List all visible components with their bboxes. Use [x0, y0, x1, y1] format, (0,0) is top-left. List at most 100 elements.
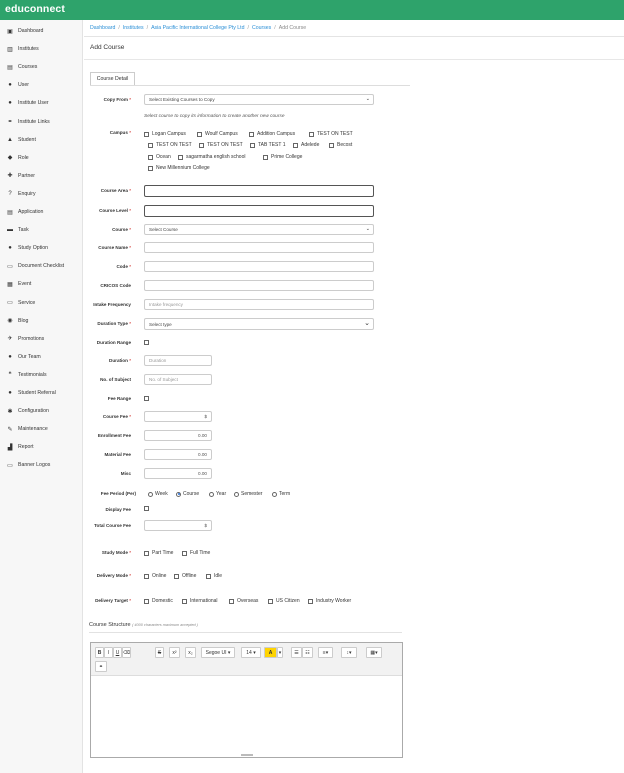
strikethrough-button[interactable]: S — [155, 647, 164, 658]
sidebar-item-our-team[interactable]: ● Our Team — [0, 350, 83, 364]
link-icon[interactable]: ⚭ — [95, 661, 107, 672]
underline-button[interactable]: U — [113, 647, 122, 658]
sidebar-item-student[interactable]: ▲ Student — [0, 133, 83, 147]
font-family-select[interactable]: Segoe UI ▾ — [201, 647, 235, 658]
course-name-input[interactable] — [144, 242, 374, 253]
campus-option[interactable]: TEST ON TEST — [309, 131, 353, 137]
delivery-mode-idle[interactable]: Idle — [206, 573, 222, 579]
sidebar-item-partner[interactable]: ✚ Partner — [0, 169, 83, 183]
course-fee-input[interactable]: $ — [144, 411, 212, 422]
campus-option[interactable]: Adelede — [293, 142, 319, 148]
code-input[interactable] — [144, 261, 374, 272]
superscript-button[interactable]: x² — [169, 647, 180, 658]
text-color-button[interactable]: A — [264, 647, 277, 658]
table-button[interactable]: ▦ ▾ — [366, 647, 382, 658]
sidebar-item-service[interactable]: ▭ Service — [0, 296, 83, 310]
sidebar-item-blog[interactable]: ◉ Blog — [0, 314, 83, 328]
campus-option[interactable]: Becost — [329, 142, 352, 148]
sidebar-item-configuration[interactable]: ✱ Configuration — [0, 404, 83, 418]
resize-handle[interactable] — [241, 754, 253, 756]
sidebar-item-maintenance[interactable]: ✎ Maintenance — [0, 422, 83, 436]
campus-option[interactable]: New Millennium College — [148, 165, 210, 171]
sidebar-item-application[interactable]: ▤ Application — [0, 205, 83, 219]
subscript-button[interactable]: x₂ — [185, 647, 196, 658]
fee-period-term-radio[interactable]: Term — [272, 491, 290, 497]
fee-period-year-radio[interactable]: Year — [209, 491, 226, 497]
delivery-target-domestic[interactable]: Domestic — [144, 598, 173, 604]
breadcrumb: Dashboard / Institutes / Asia Pacific In… — [84, 20, 624, 37]
italic-button[interactable]: I — [104, 647, 113, 658]
campus-option[interactable]: Ocean — [148, 154, 171, 160]
subjects-input[interactable]: No. of Subject — [144, 374, 212, 385]
align-button[interactable]: ≡ ▾ — [318, 647, 333, 658]
material-fee-input[interactable]: 0.00 — [144, 449, 212, 460]
sidebar-item-institute-user[interactable]: ● Institute User — [0, 96, 83, 110]
sidebar-item-user[interactable]: ● User — [0, 78, 83, 92]
sidebar-item-study-option[interactable]: ● Study Option — [0, 241, 83, 255]
campus-option[interactable]: TAB TEST 1 — [250, 142, 286, 148]
fee-range-checkbox[interactable] — [144, 396, 152, 401]
study-mode-part-time[interactable]: Part Time — [144, 550, 173, 556]
font-size-select[interactable]: 14 ▾ — [241, 647, 261, 658]
fee-period-week-radio[interactable]: Week — [148, 491, 168, 497]
study-mode-full-time[interactable]: Full Time — [182, 550, 210, 556]
campus-option[interactable]: Logan Campus — [144, 131, 186, 137]
intake-frequency-input[interactable]: Intake frequency — [144, 299, 374, 310]
delivery-mode-offline[interactable]: Offline — [174, 573, 196, 579]
delivery-target-international[interactable]: International — [182, 598, 218, 604]
duration-type-select[interactable]: Select type ⌄ — [144, 318, 374, 330]
display-fee-checkbox[interactable] — [144, 506, 152, 511]
campus-option[interactable]: Addition Campus — [249, 131, 295, 137]
sidebar-item-dashboard[interactable]: ▣ Dashboard — [0, 24, 83, 38]
sidebar-item-role[interactable]: ◆ Role — [0, 151, 83, 165]
enrollment-fee-input[interactable]: 0.00 — [144, 430, 212, 441]
fee-period-course-radio[interactable]: Course — [176, 491, 199, 497]
delivery-target-overseas[interactable]: Overseas — [229, 598, 258, 604]
sidebar-item-institute-links[interactable]: ⚭ Institute Links — [0, 115, 83, 129]
cricos-code-input[interactable] — [144, 280, 374, 291]
bold-button[interactable]: B — [95, 647, 104, 658]
campus-option[interactable]: sagarmatha english school — [178, 154, 245, 160]
tab-course-detail[interactable]: Course Detail — [90, 72, 135, 86]
line-height-button[interactable]: ↕ ▾ — [341, 647, 357, 658]
sidebar-item-event[interactable]: ▦ Event — [0, 277, 83, 291]
breadcrumb-courses[interactable]: Courses — [252, 25, 271, 31]
sidebar-item-testimonials[interactable]: ❝ Testimonials — [0, 368, 83, 382]
divider — [89, 632, 402, 633]
campus-option[interactable]: Woulf Campus — [197, 131, 238, 137]
campus-option[interactable]: TEST ON TEST — [148, 142, 192, 148]
sidebar-item-courses[interactable]: ▤ Courses — [0, 60, 83, 74]
course-level-input[interactable] — [144, 205, 374, 217]
sidebar-item-enquiry[interactable]: ? Enquiry — [0, 187, 83, 201]
sidebar-item-promotions[interactable]: ✈ Promotions — [0, 332, 83, 346]
sidebar-item-report[interactable]: ▟ Report — [0, 440, 83, 454]
sidebar-item-student-referral[interactable]: ● Student Referral — [0, 386, 83, 400]
sidebar-item-document-checklist[interactable]: ▭ Document Checklist — [0, 259, 83, 273]
breadcrumb-institutes[interactable]: Institutes — [123, 25, 144, 31]
breadcrumb-institute[interactable]: Asia Pacific International College Pty L… — [151, 25, 244, 31]
eraser-icon[interactable]: ⌫ — [122, 647, 131, 658]
delivery-target-industry-worker[interactable]: Industry Worker — [308, 598, 351, 604]
delivery-mode-online[interactable]: Online — [144, 573, 166, 579]
campus-option[interactable]: TEST ON TEST — [199, 142, 243, 148]
sidebar-item-banner-logos[interactable]: ▭ Banner Logos — [0, 458, 83, 472]
copy-from-select[interactable]: Select Existing Courses to Copy ⌄ — [144, 94, 374, 105]
duration-input[interactable]: Duration — [144, 355, 212, 366]
misc-fee-input[interactable]: 0.00 — [144, 468, 212, 479]
course-select[interactable]: Select Course ⌄ — [144, 224, 374, 235]
campus-option[interactable]: Prime College — [263, 154, 302, 160]
chevron-down-icon[interactable]: ▾ — [277, 647, 283, 658]
app-logo[interactable]: educonnect — [5, 3, 65, 15]
unordered-list-button[interactable]: ☰ — [291, 647, 302, 658]
delivery-target-us-citizen[interactable]: US Citizen — [268, 598, 300, 604]
ordered-list-button[interactable]: ☷ — [302, 647, 313, 658]
duration-range-checkbox[interactable] — [144, 340, 152, 345]
fee-period-semester-radio[interactable]: Semester — [234, 491, 262, 497]
course-area-input[interactable] — [144, 185, 374, 197]
sidebar-item-institutes[interactable]: ▥ Institutes — [0, 42, 83, 56]
menu-icon: ● — [8, 390, 12, 396]
course-structure-editor[interactable]: B I U ⌫ S x² x₂ Segoe UI ▾ 14 ▾ A ▾ ☰ ☷ … — [90, 642, 403, 758]
breadcrumb-dashboard[interactable]: Dashboard — [90, 25, 115, 31]
sidebar-item-task[interactable]: ▬ Task — [0, 223, 83, 237]
total-fee-input[interactable]: $ — [144, 520, 212, 531]
